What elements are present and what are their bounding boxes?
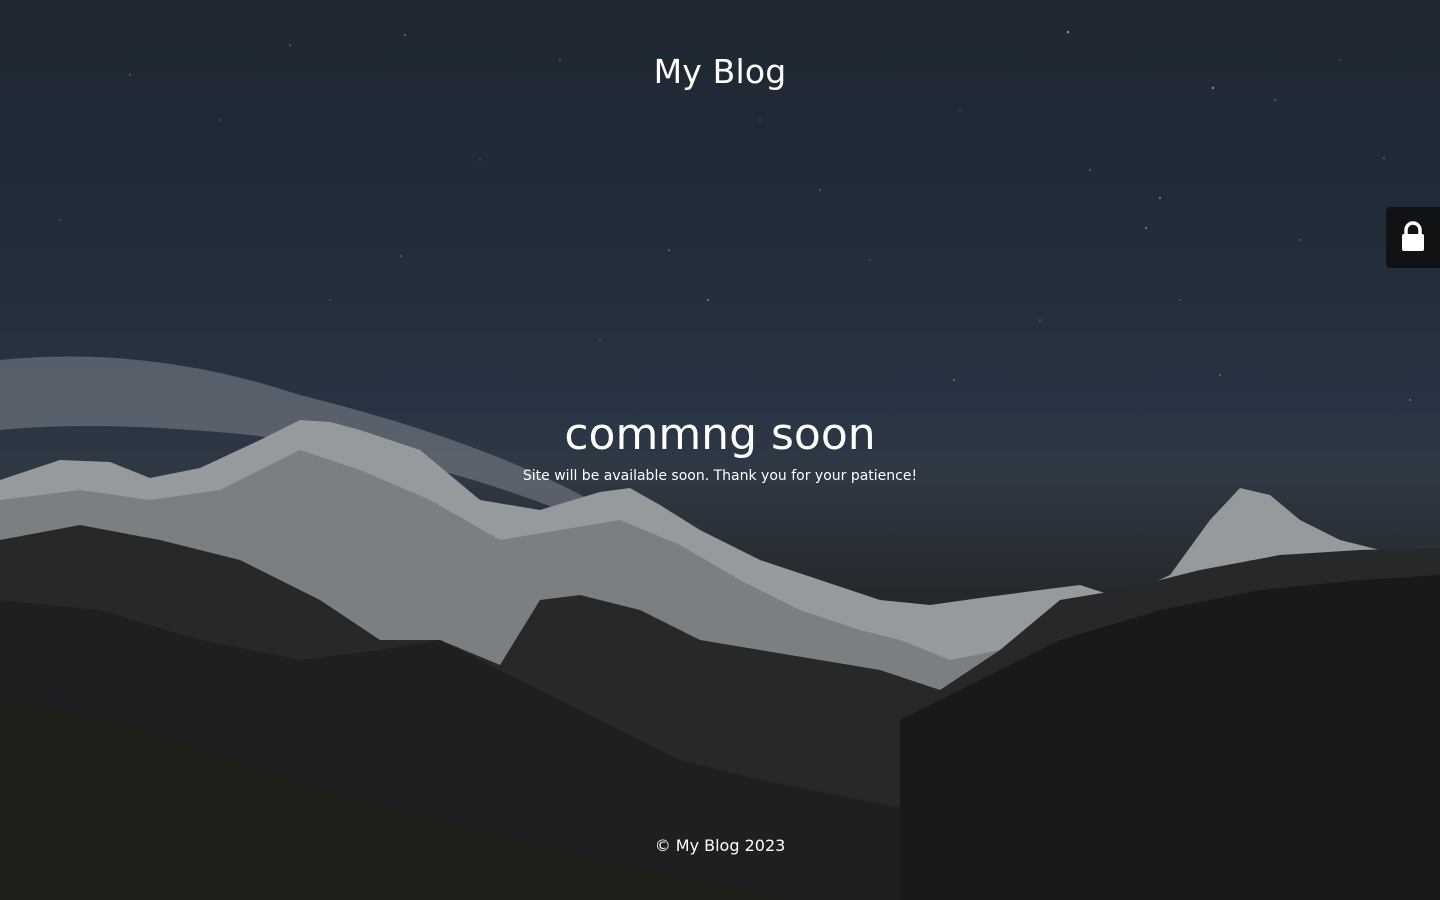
site-title[interactable]: My Blog xyxy=(0,50,1440,94)
coming-soon-message: Site will be available soon. Thank you f… xyxy=(522,468,918,484)
admin-login-tab[interactable] xyxy=(1386,207,1440,268)
coming-soon-page: My Blog commng soon Site will be availab… xyxy=(0,0,1440,900)
lock-icon xyxy=(1399,220,1427,256)
footer-copyright: © My Blog 2023 xyxy=(654,836,786,855)
coming-soon-headline: commng soon xyxy=(564,409,876,460)
